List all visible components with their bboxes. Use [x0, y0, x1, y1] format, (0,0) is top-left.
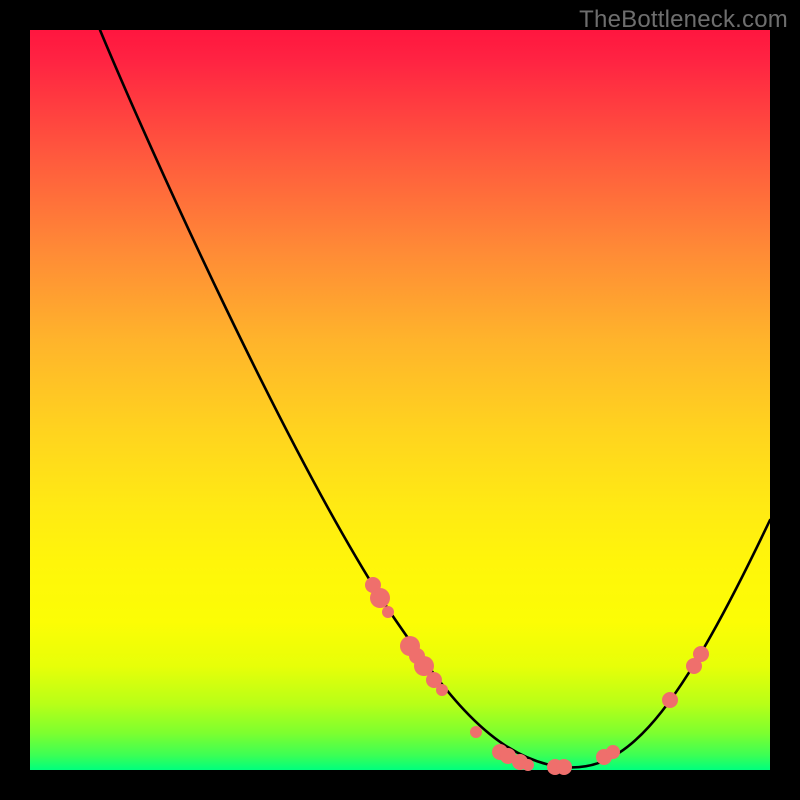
marker-point	[606, 745, 620, 759]
marker-point	[693, 646, 709, 662]
marker-point	[662, 692, 678, 708]
markers-group	[365, 577, 709, 775]
chart-area	[30, 30, 770, 770]
marker-point	[436, 684, 448, 696]
marker-point	[470, 726, 482, 738]
chart-svg	[30, 30, 770, 770]
marker-point	[556, 759, 572, 775]
watermark-text: TheBottleneck.com	[579, 6, 788, 34]
marker-point	[382, 606, 394, 618]
marker-point	[522, 759, 534, 771]
marker-point	[370, 588, 390, 608]
curve-line	[100, 30, 770, 767]
